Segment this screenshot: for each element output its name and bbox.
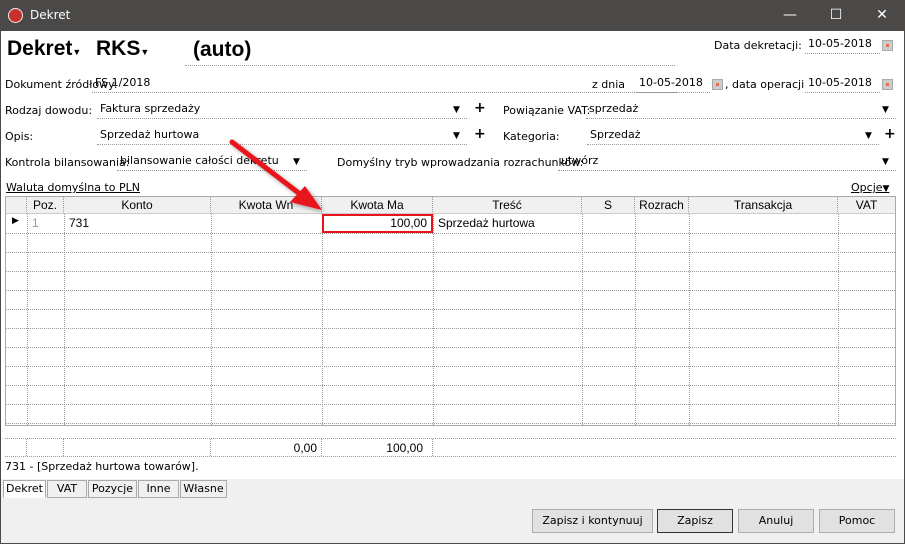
column-header-vat[interactable]: VAT xyxy=(838,197,895,214)
chevron-down-icon[interactable]: ▼ xyxy=(865,131,872,141)
category-label: Kategoria: xyxy=(503,130,560,143)
save-continue-button[interactable]: Zapisz i kontynuuj xyxy=(532,509,653,533)
minimize-icon[interactable]: — xyxy=(767,0,813,31)
entries-grid[interactable]: Poz. Konto Kwota Wn Kwota Ma Treść S Roz… xyxy=(5,196,896,426)
current-row-icon: ▶ xyxy=(12,216,19,226)
calendar-icon[interactable] xyxy=(882,40,893,51)
chevron-down-icon: ▼ xyxy=(72,47,82,57)
from-date-label: z dnia xyxy=(592,78,626,91)
chevron-down-icon[interactable]: ▼ xyxy=(293,157,300,167)
grid-row-line xyxy=(6,347,895,348)
op-date-field[interactable]: 10-05-2018 xyxy=(805,75,880,93)
tab-wlasne[interactable]: Własne xyxy=(180,480,227,498)
row-indicator-header xyxy=(6,197,27,214)
grid-column-line xyxy=(838,214,839,425)
add-icon[interactable]: + xyxy=(884,126,896,142)
add-icon[interactable]: + xyxy=(474,126,486,142)
grid-row-line xyxy=(6,233,895,234)
desc-label: Opis: xyxy=(5,130,34,143)
column-header-kwota-ma[interactable]: Kwota Ma xyxy=(322,197,433,214)
calendar-icon[interactable] xyxy=(882,79,893,90)
tab-inne[interactable]: Inne xyxy=(138,480,179,498)
grid-row-line xyxy=(6,366,895,367)
settle-mode-label: Domyślny tryb wprowadzania rozrachunków: xyxy=(337,156,584,169)
column-header-poz[interactable]: Poz. xyxy=(27,197,64,214)
grid-column-line xyxy=(322,214,323,425)
chevron-down-icon[interactable]: ▼ xyxy=(453,105,460,115)
grid-column-line xyxy=(635,214,636,425)
column-header-tresc[interactable]: Treść xyxy=(433,197,582,214)
column-header-transakcja[interactable]: Transakcja xyxy=(689,197,838,214)
help-button[interactable]: Pomoc xyxy=(819,509,895,533)
column-header-rozrach[interactable]: Rozrach xyxy=(635,197,689,214)
balance-select[interactable]: bilansowanie całości dekretu xyxy=(117,153,307,171)
chevron-down-icon[interactable]: ▼ xyxy=(453,131,460,141)
close-icon[interactable]: ✕ xyxy=(859,0,905,31)
document-type-dropdown[interactable]: Dekret▼ xyxy=(7,37,81,61)
grid-row-line xyxy=(6,423,895,424)
column-header-konto[interactable]: Konto xyxy=(64,197,211,214)
cell-kwota-ma[interactable]: 100,00 xyxy=(322,214,433,233)
tab-dekret[interactable]: Dekret xyxy=(3,480,46,498)
currency-link[interactable]: Waluta domyślna to PLN xyxy=(6,181,140,194)
grid-column-line xyxy=(433,214,434,425)
grid-row-line xyxy=(6,290,895,291)
save-button[interactable]: Zapisz xyxy=(657,509,733,533)
category-select[interactable]: Sprzedaż xyxy=(587,127,879,145)
add-icon[interactable]: + xyxy=(474,100,486,116)
vat-link-label: Powiązanie VAT: xyxy=(503,104,591,117)
tab-vat[interactable]: VAT xyxy=(47,480,87,498)
register: RKS xyxy=(96,37,141,60)
balance-label: Kontrola bilansowania: xyxy=(5,156,130,169)
chevron-down-icon: ▼ xyxy=(882,184,890,194)
proof-type-select[interactable]: Faktura sprzedaży xyxy=(97,101,467,119)
grid-column-line xyxy=(64,214,65,425)
title-bar: Dekret — ☐ ✕ xyxy=(0,0,905,31)
vat-link-select[interactable]: sprzedaż xyxy=(586,101,896,119)
document-type: Dekret xyxy=(7,37,73,60)
source-doc-field[interactable]: FS 1/2018 xyxy=(92,75,677,93)
maximize-icon[interactable]: ☐ xyxy=(813,0,859,31)
desc-field[interactable]: Sprzedaż hurtowa xyxy=(97,127,467,145)
grid-row-line xyxy=(6,404,895,405)
calendar-icon[interactable] xyxy=(712,79,723,90)
chevron-down-icon[interactable]: ▼ xyxy=(882,157,889,167)
register-dropdown[interactable]: RKS▼ xyxy=(96,37,149,61)
settle-mode-select[interactable]: utwórz xyxy=(558,153,896,171)
status-text: 731 - [Sprzedaż hurtowa towarów]. xyxy=(5,460,199,473)
cancel-button[interactable]: Anuluj xyxy=(738,509,814,533)
op-date-label: , data operacji xyxy=(725,78,805,91)
chevron-down-icon: ▼ xyxy=(140,47,150,57)
grid-column-line xyxy=(689,214,690,425)
window-title: Dekret xyxy=(30,8,71,22)
date-field[interactable]: 10-05-2018 xyxy=(805,36,880,54)
grid-row-line xyxy=(6,309,895,310)
cell-tresc[interactable]: Sprzedaż hurtowa xyxy=(438,214,535,233)
app-logo-icon xyxy=(8,8,23,23)
chevron-down-icon[interactable]: ▼ xyxy=(882,105,889,115)
grid-row-line xyxy=(6,252,895,253)
options-label: Opcje xyxy=(851,181,883,194)
column-header-s[interactable]: S xyxy=(582,197,635,214)
options-menu[interactable]: Opcje▼ xyxy=(851,181,889,194)
document-number[interactable]: (auto) xyxy=(185,38,675,66)
cell-poz: 1 xyxy=(32,216,39,230)
totals-row: 0,00 100,00 xyxy=(5,438,896,457)
grid-column-line xyxy=(582,214,583,425)
grid-row-line xyxy=(6,271,895,272)
column-header-kwota-wn[interactable]: Kwota Wn xyxy=(211,197,322,214)
grid-column-line xyxy=(27,214,28,425)
date-label: Data dekretacji: xyxy=(714,39,802,52)
from-date-field[interactable]: 10-05-2018 xyxy=(636,75,710,93)
total-wn: 0,00 xyxy=(293,441,317,455)
total-ma: 100,00 xyxy=(386,441,423,455)
grid-row-line xyxy=(6,385,895,386)
cell-konto[interactable]: 731 xyxy=(69,214,89,233)
proof-type-label: Rodzaj dowodu: xyxy=(5,104,93,117)
grid-column-line xyxy=(211,214,212,425)
grid-row-line xyxy=(6,328,895,329)
tab-pozycje[interactable]: Pozycje xyxy=(88,480,137,498)
